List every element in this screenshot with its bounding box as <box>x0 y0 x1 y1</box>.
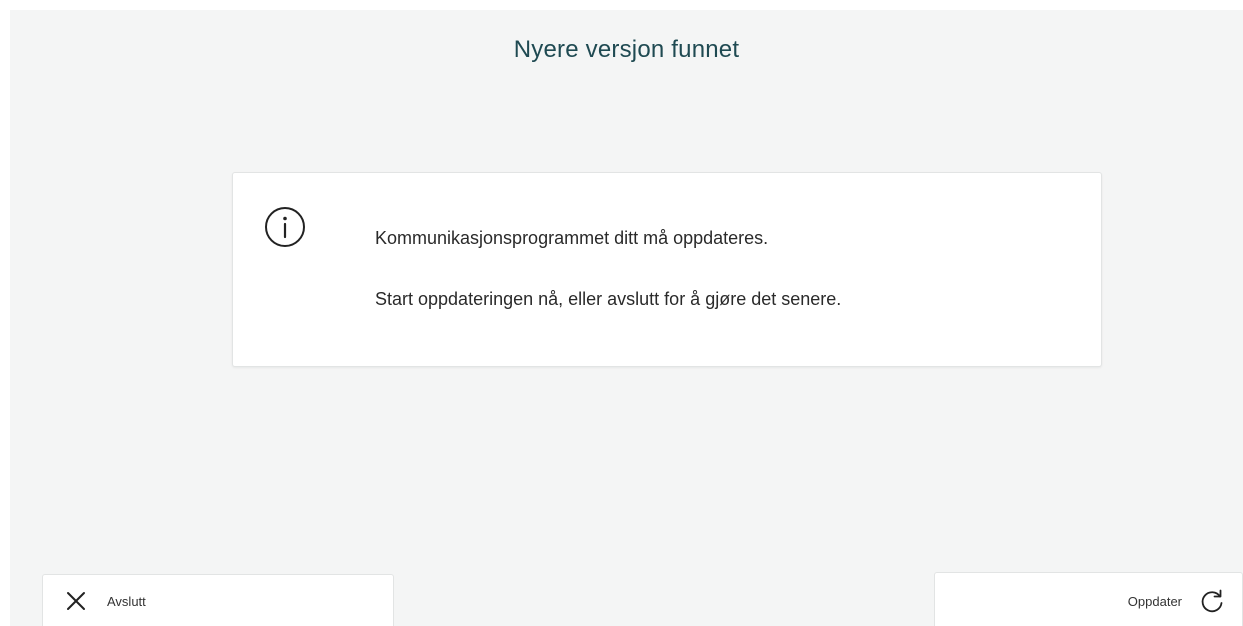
update-required-message: Kommunikasjonsprogrammet ditt må oppdate… <box>375 228 769 248</box>
update-instruction-message: Start oppdateringen nå, eller avslutt fo… <box>375 289 842 309</box>
update-dialog-screen: Nyere versjon funnet Kommunikasjonsprogr… <box>10 10 1243 626</box>
update-button-label: Oppdater <box>1127 594 1182 609</box>
info-icon <box>265 207 305 247</box>
close-icon <box>67 592 85 610</box>
update-button[interactable]: Oppdater <box>934 572 1243 626</box>
exit-button[interactable]: Avslutt <box>42 574 394 626</box>
page-title: Nyere versjon funnet <box>513 36 740 63</box>
exit-button-label: Avslutt <box>107 594 146 609</box>
info-card: Kommunikasjonsprogrammet ditt må oppdate… <box>232 172 1102 367</box>
refresh-icon <box>1201 589 1223 613</box>
